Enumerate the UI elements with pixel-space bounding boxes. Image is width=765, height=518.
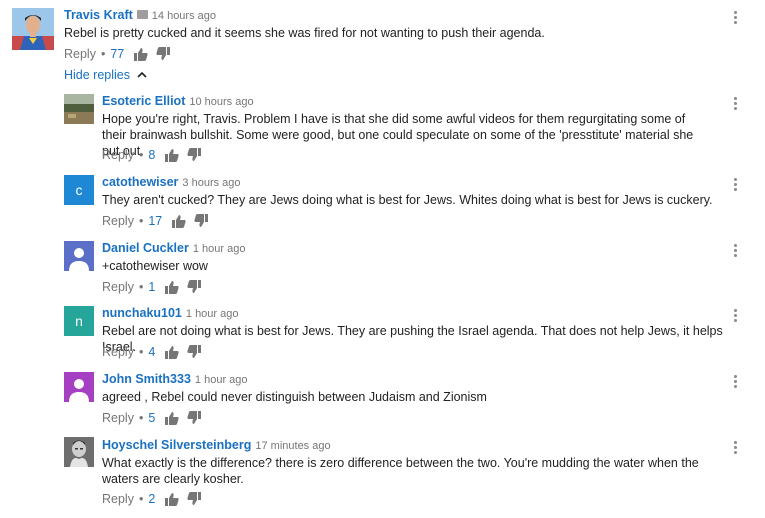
thumbs-down-icon[interactable] xyxy=(187,492,202,506)
thumbs-up-icon[interactable] xyxy=(165,280,179,294)
author-name[interactable]: nunchaku101 xyxy=(102,306,182,320)
comment-header: Travis Kraft 14 hours ago xyxy=(64,8,216,22)
timestamp[interactable]: 1 hour ago xyxy=(186,308,239,320)
hide-replies-label: Hide replies xyxy=(64,68,131,82)
thumbs-down-icon[interactable] xyxy=(194,214,209,228)
comment-menu-icon[interactable] xyxy=(734,244,738,258)
comment-header: John Smith333 1 hour ago xyxy=(102,372,248,386)
timestamp[interactable]: 3 hours ago xyxy=(182,177,240,189)
comment-header: Daniel Cuckler 1 hour ago xyxy=(102,241,245,255)
like-count: 2 xyxy=(148,492,156,506)
like-count: 17 xyxy=(148,214,163,228)
comment-text: What exactly is the difference? there is… xyxy=(102,456,699,486)
author-name[interactable]: catothewiser xyxy=(102,175,178,189)
avatar-catothewiser[interactable]: c xyxy=(64,175,94,205)
reply-button[interactable]: Reply xyxy=(102,280,134,294)
reply-button[interactable]: Reply xyxy=(102,492,134,506)
author-name[interactable]: Esoteric Elliot xyxy=(102,94,185,108)
comment-header: Hoyschel Silversteinberg 17 minutes ago xyxy=(102,438,331,452)
comment-menu-icon[interactable] xyxy=(734,178,738,192)
thumbs-down-icon[interactable] xyxy=(187,411,202,425)
default-user-icon xyxy=(64,372,94,402)
comment-actions: Reply • 8 xyxy=(102,148,209,162)
comment-actions: Reply • 1 xyxy=(102,280,209,294)
avatar-nunchaku101[interactable]: n xyxy=(64,306,94,336)
default-user-icon xyxy=(64,241,94,271)
separator-dot: • xyxy=(138,148,144,162)
timestamp[interactable]: 1 hour ago xyxy=(195,374,248,386)
reply-button[interactable]: Reply xyxy=(102,214,134,228)
comment-actions: Reply • 5 xyxy=(102,411,209,425)
separator-dot: • xyxy=(138,214,144,228)
comment-text: Rebel is pretty cucked and it seems she … xyxy=(64,26,545,40)
timestamp[interactable]: 14 hours ago xyxy=(152,10,216,22)
comment-menu-icon[interactable] xyxy=(734,11,738,25)
avatar-daniel-cuckler[interactable] xyxy=(64,241,94,271)
timestamp[interactable]: 10 hours ago xyxy=(189,96,253,108)
verified-badge-icon xyxy=(136,10,148,20)
comment-actions: Reply • 17 xyxy=(102,214,216,228)
comment-text: agreed , Rebel could never distinguish b… xyxy=(102,390,487,404)
hide-replies-button[interactable]: Hide replies xyxy=(64,68,147,82)
like-count: 4 xyxy=(148,345,156,359)
like-count: 77 xyxy=(110,47,125,61)
thumbs-up-icon[interactable] xyxy=(165,345,179,359)
thumbs-down-icon[interactable] xyxy=(187,345,202,359)
thumbs-up-icon[interactable] xyxy=(165,148,179,162)
avatar-john-smith333[interactable] xyxy=(64,372,94,402)
comment-header: catothewiser 3 hours ago xyxy=(102,175,241,189)
reply-button[interactable]: Reply xyxy=(102,345,134,359)
reply-button[interactable]: Reply xyxy=(64,47,96,61)
comment-header: nunchaku101 1 hour ago xyxy=(102,306,239,320)
author-name[interactable]: Daniel Cuckler xyxy=(102,241,189,255)
reply-button[interactable]: Reply xyxy=(102,148,134,162)
comment-text: They aren't cucked? They are Jews doing … xyxy=(102,193,713,207)
avatar-hoyschel-silversteinberg[interactable] xyxy=(64,437,94,467)
thumbs-up-icon[interactable] xyxy=(172,214,186,228)
author-name[interactable]: John Smith333 xyxy=(102,372,191,386)
separator-dot: • xyxy=(138,492,144,506)
avatar-letter: c xyxy=(64,175,94,205)
comment-header: Esoteric Elliot 10 hours ago xyxy=(102,94,254,108)
thumbs-up-icon[interactable] xyxy=(165,411,179,425)
comment-menu-icon[interactable] xyxy=(734,97,738,111)
comment-text: +catothewiser wow xyxy=(102,259,208,273)
timestamp[interactable]: 17 minutes ago xyxy=(255,440,330,452)
avatar-travis-kraft[interactable] xyxy=(12,8,54,50)
reply-button[interactable]: Reply xyxy=(102,411,134,425)
timestamp[interactable]: 1 hour ago xyxy=(193,243,246,255)
separator-dot: • xyxy=(138,280,144,294)
author-name[interactable]: Travis Kraft xyxy=(64,8,133,22)
avatar-letter: n xyxy=(64,306,94,336)
thumbs-up-icon[interactable] xyxy=(165,492,179,506)
like-count: 1 xyxy=(148,280,156,294)
thumbs-down-icon[interactable] xyxy=(187,280,202,294)
comment-actions: Reply • 4 xyxy=(102,345,209,359)
author-name[interactable]: Hoyschel Silversteinberg xyxy=(102,438,251,452)
chevron-up-icon xyxy=(136,71,147,78)
separator-dot: • xyxy=(100,47,106,61)
like-count: 5 xyxy=(148,411,156,425)
comment-menu-icon[interactable] xyxy=(734,441,738,455)
comment-menu-icon[interactable] xyxy=(734,375,738,389)
separator-dot: • xyxy=(138,411,144,425)
avatar-esoteric-elliot[interactable] xyxy=(64,94,94,124)
thumbs-down-icon[interactable] xyxy=(156,47,171,61)
thumbs-down-icon[interactable] xyxy=(187,148,202,162)
separator-dot: • xyxy=(138,345,144,359)
comment-actions: Reply • 77 xyxy=(64,47,178,61)
comment-menu-icon[interactable] xyxy=(734,309,738,323)
comment-actions: Reply • 2 xyxy=(102,492,209,506)
thumbs-up-icon[interactable] xyxy=(134,47,148,61)
like-count: 8 xyxy=(148,148,156,162)
